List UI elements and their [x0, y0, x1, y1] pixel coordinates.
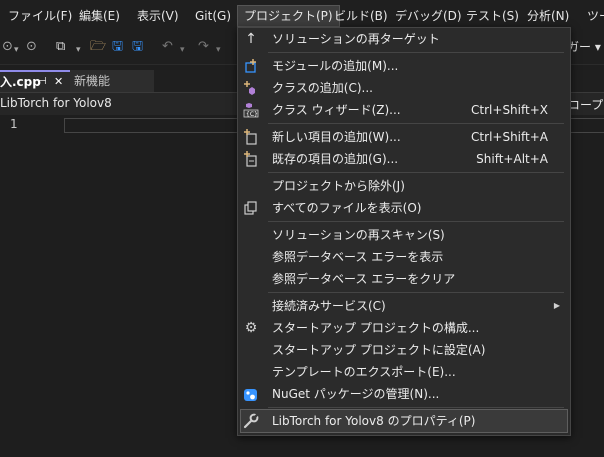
menu-item-label: NuGet パッケージの管理(N)...	[272, 387, 440, 401]
menu-item-label: LibTorch for Yolov8 のプロパティ(P)	[272, 414, 476, 428]
menu-item-exclude-from-project[interactable]: プロジェクトから除外(J)	[238, 175, 570, 197]
menu-item-shortcut: Ctrl+Shift+A	[471, 130, 548, 144]
tab-new-features[interactable]: 新機能	[70, 70, 154, 92]
menu-item-add-class[interactable]: クラスの追加(C)...	[238, 77, 570, 99]
menu-item-label: スタートアップ プロジェクトの構成...	[272, 321, 480, 335]
menu-item-clear-db-errors[interactable]: 参照データベース エラーをクリア	[238, 268, 570, 290]
arrow-up-icon: ↑	[245, 31, 257, 47]
menu-item-label: 接続済みサービス(C)	[272, 299, 386, 313]
tab-active-file[interactable]: 入.cpp ⊣ ✕	[0, 70, 70, 92]
line-number: 1	[10, 117, 18, 131]
navigate-back-icon[interactable]: ⊙	[2, 38, 13, 56]
pin-icon[interactable]: ⊣	[38, 71, 47, 93]
menu-item-label: プロジェクトから除外(J)	[272, 179, 405, 193]
menu-separator	[268, 172, 564, 173]
scope-dropdown[interactable]: コープ)	[568, 96, 604, 113]
menu-item-label: ソリューションの再ターゲット	[272, 32, 440, 46]
undo-icon[interactable]: ↶	[162, 38, 173, 56]
menu-edit[interactable]: 編集(E)	[73, 6, 126, 26]
new-project-icon[interactable]: ⧉	[56, 38, 65, 56]
class-wizard-icon: {C}	[243, 102, 259, 118]
menu-analyze[interactable]: 分析(N)	[521, 6, 575, 26]
undo-dropdown-icon[interactable]: ▾	[180, 41, 185, 59]
project-menu: ↑ ソリューションの再ターゲット モジュールの追加(M)... クラスの追加(C…	[237, 27, 571, 436]
menu-item-show-all-files[interactable]: すべてのファイルを表示(O)	[238, 197, 570, 219]
existing-item-icon	[243, 151, 259, 167]
menu-item-label: ソリューションの再スキャン(S)	[272, 228, 445, 242]
menu-item-configure-startup[interactable]: ⚙ スタートアップ プロジェクトの構成...	[238, 317, 570, 339]
menu-item-shortcut: Shift+Alt+A	[476, 152, 548, 166]
menu-test[interactable]: テスト(S)	[460, 6, 525, 26]
menu-item-show-db-errors[interactable]: 参照データベース エラーを表示	[238, 246, 570, 268]
menu-separator	[268, 292, 564, 293]
menu-item-retarget-solution[interactable]: ↑ ソリューションの再ターゲット	[238, 28, 570, 50]
back-dropdown-icon[interactable]: ▾	[14, 41, 19, 59]
menu-item-label: クラスの追加(C)...	[272, 81, 373, 95]
menu-item-label: クラス ウィザード(Z)...	[272, 103, 401, 117]
menu-separator	[268, 221, 564, 222]
svg-text:{C}: {C}	[246, 111, 258, 118]
menu-item-label: 既存の項目の追加(G)...	[272, 152, 399, 166]
open-folder-icon[interactable]: 🗁	[90, 38, 106, 56]
menu-item-add-module[interactable]: モジュールの追加(M)...	[238, 55, 570, 77]
new-item-icon	[243, 129, 259, 145]
menu-separator	[268, 407, 564, 408]
menu-item-add-existing-item[interactable]: 既存の項目の追加(G)... Shift+Alt+A	[238, 148, 570, 170]
menu-file[interactable]: ファイル(F)	[2, 6, 78, 26]
menu-item-set-startup[interactable]: スタートアップ プロジェクトに設定(A)	[238, 339, 570, 361]
add-class-icon	[243, 80, 259, 96]
gear-icon: ⚙	[244, 320, 258, 336]
menu-item-label: 新しい項目の追加(W)...	[272, 130, 401, 144]
menu-git[interactable]: Git(G)	[189, 6, 237, 26]
menu-item-label: モジュールの追加(M)...	[272, 59, 399, 73]
menu-item-add-new-item[interactable]: 新しい項目の追加(W)... Ctrl+Shift+A	[238, 126, 570, 148]
add-module-icon	[243, 58, 259, 74]
menu-item-export-template[interactable]: テンプレートのエクスポート(E)...	[238, 361, 570, 383]
menu-item-label: スタートアップ プロジェクトに設定(A)	[272, 343, 486, 357]
menu-build[interactable]: ビルド(B)	[328, 6, 394, 26]
submenu-arrow-icon: ▶	[553, 301, 560, 310]
menu-item-label: すべてのファイルを表示(O)	[272, 201, 422, 215]
menu-item-manage-nuget[interactable]: NuGet パッケージの管理(N)...	[238, 383, 570, 405]
menu-item-rescan-solution[interactable]: ソリューションの再スキャン(S)	[238, 224, 570, 246]
tab-active-label: 入.cpp	[0, 75, 41, 89]
close-icon[interactable]: ✕	[54, 71, 63, 93]
menu-item-class-wizard[interactable]: {C} クラス ウィザード(Z)... Ctrl+Shift+X	[238, 99, 570, 121]
menu-bar: ファイル(F) 編集(E) 表示(V) Git(G) プロジェクト(P) ビルド…	[0, 0, 604, 30]
menu-debug[interactable]: デバッグ(D)	[389, 6, 468, 26]
redo-icon[interactable]: ↷	[198, 38, 209, 56]
redo-dropdown-icon[interactable]: ▾	[216, 41, 221, 59]
wrench-icon	[243, 413, 259, 429]
menu-view[interactable]: 表示(V)	[131, 6, 185, 26]
menu-item-project-properties[interactable]: LibTorch for Yolov8 のプロパティ(P)	[240, 409, 568, 433]
menu-separator	[268, 123, 564, 124]
menu-item-label: 参照データベース エラーをクリア	[272, 272, 456, 286]
project-dropdown[interactable]: LibTorch for Yolov8	[0, 96, 112, 110]
nuget-icon	[243, 386, 259, 402]
save-all-icon[interactable]: 🖫	[132, 38, 143, 56]
menu-item-label: 参照データベース エラーを表示	[272, 250, 444, 264]
menu-item-connected-services[interactable]: 接続済みサービス(C) ▶	[238, 295, 570, 317]
navigate-forward-icon[interactable]: ⊙	[26, 38, 37, 56]
new-dropdown-icon[interactable]: ▾	[76, 41, 81, 59]
menu-separator	[268, 52, 564, 53]
menu-tools[interactable]: ツー	[581, 6, 604, 26]
save-icon[interactable]: 🖫	[112, 38, 123, 56]
menu-item-label: テンプレートのエクスポート(E)...	[272, 365, 456, 379]
show-all-files-icon	[243, 200, 259, 216]
menu-project[interactable]: プロジェクト(P)	[237, 5, 340, 27]
debugger-select[interactable]: ガー ▾	[567, 38, 601, 56]
menu-item-shortcut: Ctrl+Shift+X	[471, 103, 548, 117]
